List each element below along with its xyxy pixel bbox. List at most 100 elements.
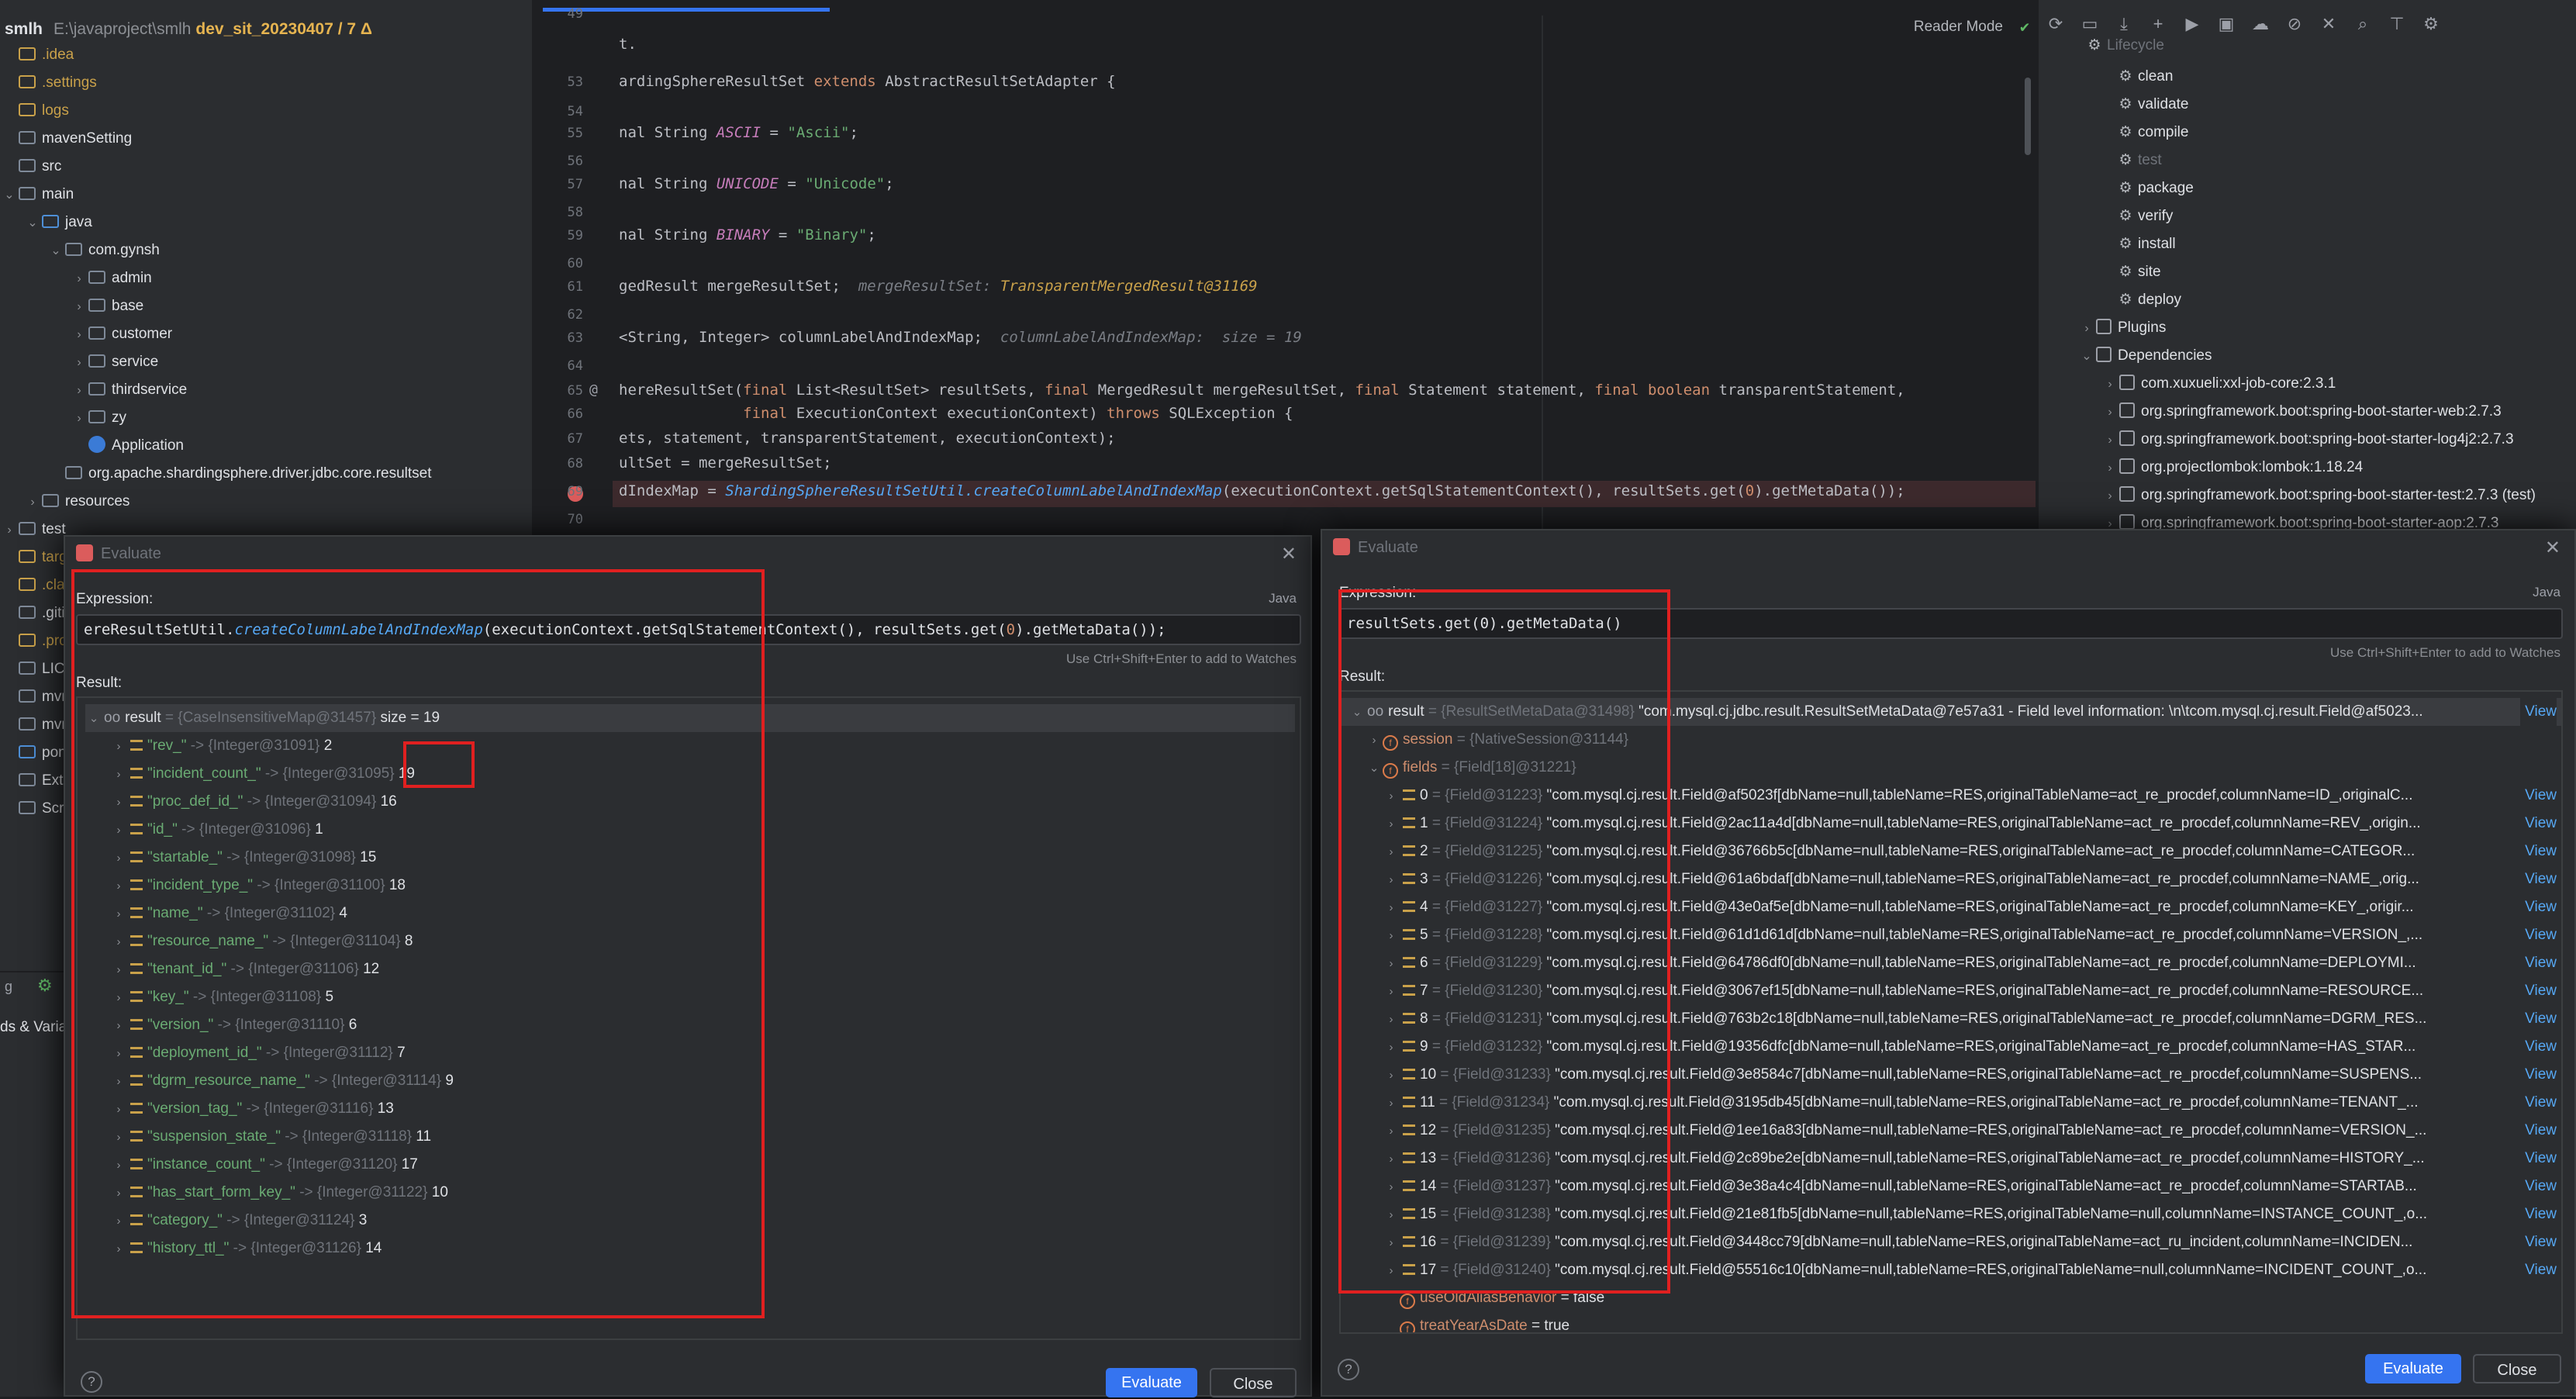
expression-input[interactable]: resultSets.get(0).getMetaData() <box>1339 608 2563 639</box>
view-link[interactable]: View <box>2520 1256 2557 1284</box>
inspection-ok-icon[interactable]: ✔ <box>2020 17 2029 36</box>
chevron-right-icon[interactable]: › <box>110 1235 127 1263</box>
chevron-right-icon[interactable]: › <box>110 900 127 928</box>
maven-goal-install[interactable]: ⚙ install <box>2116 231 2175 257</box>
view-link[interactable]: View <box>2520 977 2557 1005</box>
help-icon[interactable]: ? <box>1338 1359 1359 1380</box>
reader-mode-button[interactable]: Reader Mode <box>1914 19 2003 36</box>
code-line[interactable]: dIndexMap = ShardingSphereResultSetUtil.… <box>619 482 1905 499</box>
map-entry-row[interactable]: › "has_start_form_key_" -> {Integer@31122… <box>78 1179 1300 1207</box>
map-entry-row[interactable]: › "incident_type_" -> {Integer@31100} 18 <box>78 872 1300 900</box>
chevron-right-icon[interactable]: › <box>110 1124 127 1152</box>
chevron-right-icon[interactable]: › <box>110 1180 127 1207</box>
view-link[interactable]: View <box>2520 865 2557 893</box>
field-row[interactable]: › 16 = {Field@31239} "com.mysql.cj.result… <box>1341 1228 2561 1256</box>
maven-goal-site[interactable]: ⚙ site <box>2116 259 2160 285</box>
tree-item[interactable]: › service <box>70 349 158 375</box>
chevron-right-icon[interactable]: › <box>110 1096 127 1124</box>
debug-icon[interactable]: ⚙ <box>37 976 53 996</box>
view-link[interactable]: View <box>2520 1089 2557 1117</box>
tree-item[interactable]: ⌄ main <box>0 181 74 208</box>
tree-item[interactable]: ⌄ com.gynsh <box>47 237 160 264</box>
chevron-right-icon[interactable]: › <box>1383 1090 1400 1117</box>
view-link[interactable]: View <box>2520 1005 2557 1033</box>
field-row[interactable]: › 9 = {Field@31232} "com.mysql.cj.result.… <box>1341 1033 2561 1061</box>
reload-icon[interactable]: ⟳ <box>2039 14 2073 34</box>
chevron-right-icon[interactable]: › <box>1383 1034 1400 1062</box>
run-icon[interactable]: ▶ <box>2175 14 2209 34</box>
field-row[interactable]: f treatYearAsDate = true <box>1341 1312 2561 1332</box>
chevron-icon[interactable]: › <box>70 294 88 320</box>
field-row[interactable]: › 7 = {Field@31230} "com.mysql.cj.result.… <box>1341 977 2561 1005</box>
field-row[interactable]: › 6 = {Field@31229} "com.mysql.cj.result.… <box>1341 949 2561 977</box>
tree-item[interactable]: Application <box>70 433 184 459</box>
chevron-right-icon[interactable]: › <box>1383 950 1400 978</box>
maven-goal-clean[interactable]: ⚙ clean <box>2116 64 2173 90</box>
view-link[interactable]: View <box>2520 1117 2557 1145</box>
collapse-icon[interactable]: ✕ <box>2312 14 2346 34</box>
code-line[interactable]: ardingSphereResultSet extends AbstractRe… <box>619 73 1116 90</box>
map-entry-row[interactable]: › "incident_count_" -> {Integer@31095} 19 <box>78 760 1300 788</box>
close-icon[interactable]: ✕ <box>1281 543 1297 565</box>
code-editor[interactable]: Reader Mode ✔ 49 t. 53 ardingSphereResultSe… <box>535 0 2036 535</box>
field-row[interactable]: › 0 = {Field@31223} "com.mysql.cj.result.… <box>1341 782 2561 810</box>
chevron-right-icon[interactable]: › <box>1383 1117 1400 1145</box>
download-icon[interactable]: ⤓ <box>2107 14 2141 34</box>
code-line[interactable]: final ExecutionContext executionContext)… <box>619 405 1293 422</box>
tree-item[interactable]: › admin <box>70 265 151 292</box>
chevron-icon[interactable]: › <box>70 266 88 292</box>
show-dependencies-icon[interactable]: ⊤ <box>2380 14 2414 34</box>
code-line[interactable]: nal String BINARY = "Binary"; <box>619 226 876 244</box>
chevron-right-icon[interactable]: › <box>110 872 127 900</box>
tree-item[interactable]: mavenSetting <box>0 126 132 152</box>
chevron-right-icon[interactable]: › <box>2077 316 2096 342</box>
chevron-icon[interactable]: › <box>70 350 88 376</box>
debug-tab-g[interactable]: g <box>5 979 12 995</box>
toggle-offline-icon[interactable]: ☁ <box>2243 14 2277 34</box>
view-link[interactable]: View <box>2520 1145 2557 1173</box>
plus-icon[interactable]: + <box>2141 14 2175 34</box>
field-row[interactable]: f useOldAliasBehavior = false <box>1341 1284 2561 1312</box>
result-root-row[interactable]: ⌄ oo result = {ResultSetMetaData@31498} "c… <box>1341 698 2561 726</box>
chevron-icon[interactable]: ⌄ <box>23 210 42 237</box>
map-entry-row[interactable]: › "startable_" -> {Integer@31098} 15 <box>78 844 1300 872</box>
map-entry-row[interactable]: › "version_tag_" -> {Integer@31116} 13 <box>78 1095 1300 1123</box>
chevron-right-icon[interactable]: › <box>1383 1006 1400 1034</box>
chevron-icon[interactable]: › <box>70 378 88 404</box>
implementation-gutter-icon[interactable]: @ <box>589 382 598 398</box>
view-link[interactable]: View <box>2520 1200 2557 1228</box>
map-entry-row[interactable]: › "tenant_id_" -> {Integer@31106} 12 <box>78 955 1300 983</box>
field-row[interactable]: › 10 = {Field@31233} "com.mysql.cj.result… <box>1341 1061 2561 1089</box>
chevron-right-icon[interactable]: › <box>2101 483 2119 510</box>
chevron-icon[interactable]: ⌄ <box>47 238 65 264</box>
tree-item[interactable]: › base <box>70 293 143 320</box>
tree-item[interactable]: › customer <box>70 321 172 347</box>
chevron-right-icon[interactable]: › <box>1383 866 1400 894</box>
view-link[interactable]: View <box>2520 949 2557 977</box>
chevron-right-icon[interactable]: › <box>1383 1257 1400 1285</box>
view-link[interactable]: View <box>2520 838 2557 865</box>
chevron-icon[interactable]: ⌄ <box>0 182 19 209</box>
evaluate-button[interactable]: Evaluate <box>2365 1354 2461 1383</box>
view-link[interactable]: View <box>2520 1228 2557 1256</box>
maven-goal-package[interactable]: ⚙ package <box>2116 175 2193 202</box>
view-link[interactable]: View <box>2520 921 2557 949</box>
chevron-icon[interactable]: › <box>23 489 42 516</box>
field-row[interactable]: › 3 = {Field@31226} "com.mysql.cj.result.… <box>1341 865 2561 893</box>
map-entry-row[interactable]: › "category_" -> {Integer@31124} 3 <box>78 1207 1300 1235</box>
view-link[interactable]: View <box>2520 698 2557 726</box>
result-root-row[interactable]: ⌄ oo result = {CaseInsensitiveMap@31457} s… <box>85 704 1295 732</box>
tree-item[interactable]: org.apache.shardingsphere.driver.jdbc.co… <box>47 461 432 487</box>
tree-item[interactable]: .idea <box>0 42 74 68</box>
chevron-right-icon[interactable]: › <box>1383 782 1400 810</box>
code-line[interactable]: hereResultSet(final List<ResultSet> resu… <box>619 382 1905 399</box>
chevron-right-icon[interactable]: › <box>110 817 127 845</box>
plugins-node[interactable]: › Plugins <box>2077 315 2166 341</box>
dependency-item[interactable]: › com.xuxueli:xxl-job-core:2.3.1 <box>2101 371 2336 397</box>
code-line[interactable]: nal String ASCII = "Ascii"; <box>619 124 858 141</box>
chevron-right-icon[interactable]: › <box>2101 371 2119 398</box>
view-link[interactable]: View <box>2520 1061 2557 1089</box>
map-entry-row[interactable]: › "instance_count_" -> {Integer@31120} 17 <box>78 1151 1300 1179</box>
maven-goal-compile[interactable]: ⚙ compile <box>2116 119 2188 146</box>
chevron-right-icon[interactable]: › <box>110 1012 127 1040</box>
